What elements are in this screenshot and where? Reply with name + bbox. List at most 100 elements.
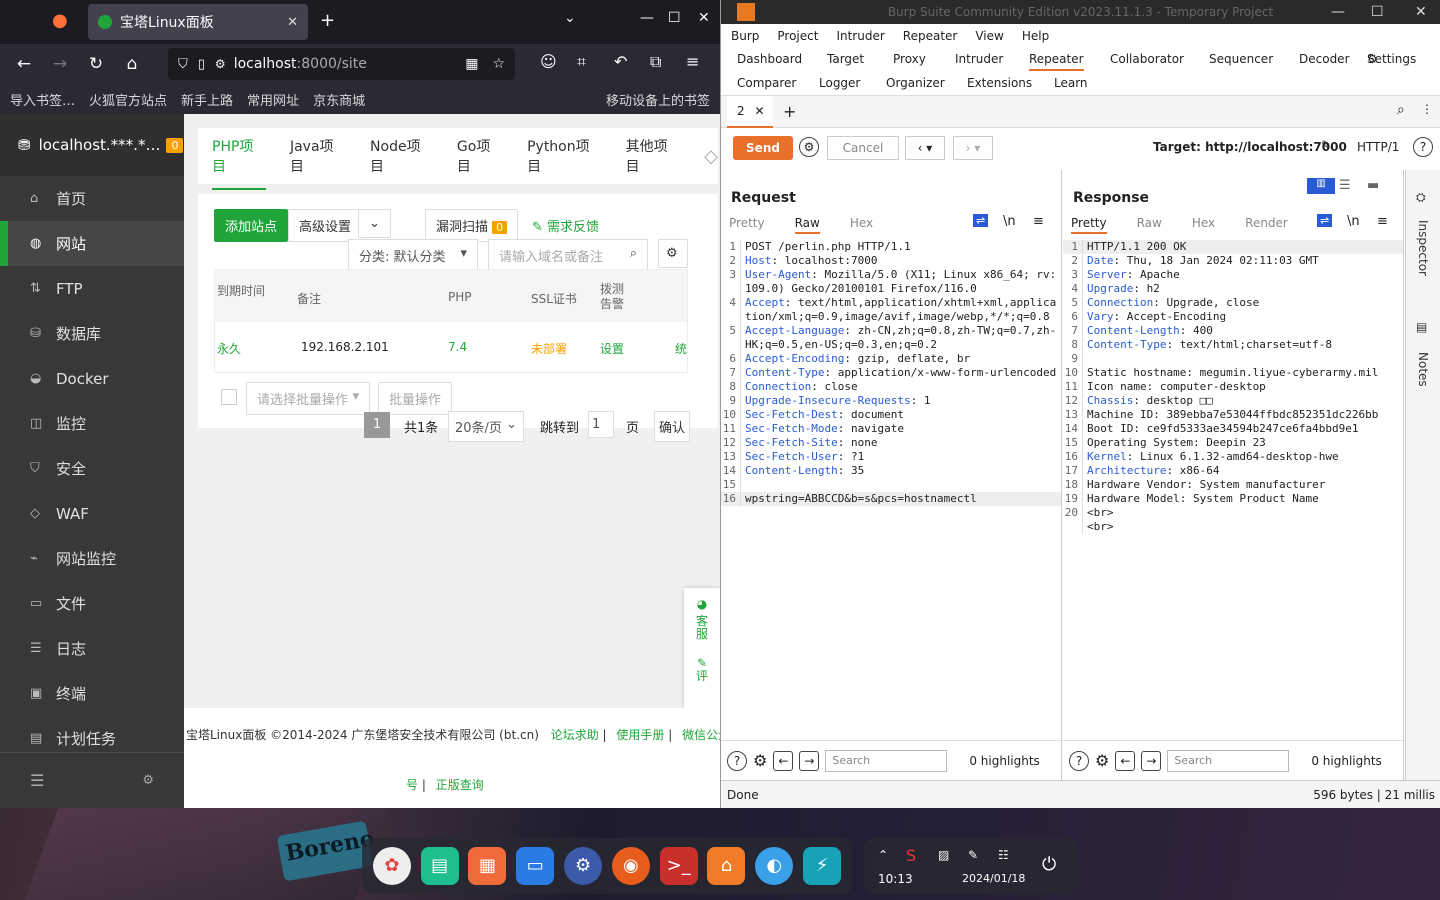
select-all-checkbox[interactable] bbox=[221, 389, 237, 405]
tab-sequencer[interactable]: Sequencer bbox=[1209, 52, 1273, 66]
launcher-icon[interactable]: ✿ bbox=[372, 847, 411, 885]
cell-expire[interactable]: 永久 bbox=[217, 340, 241, 357]
cell-alert[interactable]: 设置 bbox=[600, 340, 624, 357]
sidebar-item-files[interactable]: ▭ 文件 bbox=[0, 581, 184, 626]
repeater-tab[interactable]: 2 ✕ bbox=[727, 96, 773, 128]
input-method-icon[interactable]: S bbox=[906, 846, 916, 865]
menu-project[interactable]: Project bbox=[777, 29, 818, 43]
notes-tab[interactable]: Notes bbox=[1416, 352, 1430, 387]
sidebar-item-home[interactable]: ⌂ 首页 bbox=[0, 176, 184, 221]
settings-icon[interactable]: ⚙ bbox=[564, 847, 603, 885]
undo-icon[interactable]: ↶ bbox=[614, 52, 627, 71]
tab-intruder[interactable]: Intruder bbox=[955, 52, 1003, 66]
sidebar-item-database[interactable]: ⛁ 数据库 bbox=[0, 311, 184, 356]
newline-icon[interactable]: \n bbox=[1003, 214, 1016, 229]
gear-icon[interactable]: ⚙ bbox=[142, 773, 154, 788]
tab-raw[interactable]: Raw bbox=[1137, 216, 1162, 234]
notice-badge[interactable]: 0 bbox=[166, 137, 184, 153]
tab-java[interactable]: Java项目 bbox=[290, 136, 346, 176]
close-window-icon[interactable]: ✕ bbox=[698, 10, 710, 26]
cell-note[interactable]: 192.168.2.101 bbox=[301, 340, 389, 354]
tab-other[interactable]: 其他项目 bbox=[626, 136, 681, 176]
menu-icon[interactable]: ≡ bbox=[686, 52, 699, 71]
bookmark-item[interactable]: 常用网址 bbox=[247, 90, 299, 109]
gear-icon[interactable]: ⚙ bbox=[1095, 751, 1109, 770]
server-host[interactable]: localhost.***.*… bbox=[39, 136, 161, 154]
help-icon[interactable]: ? bbox=[1069, 750, 1089, 771]
newline-icon[interactable]: \n bbox=[1347, 214, 1360, 229]
new-tab-icon[interactable]: + bbox=[320, 10, 335, 31]
feedback-link[interactable]: ✎ 需求反馈 bbox=[532, 216, 599, 235]
minimize-icon[interactable]: — bbox=[640, 10, 654, 26]
terminal-icon[interactable]: >_ bbox=[659, 847, 698, 885]
bookmark-item[interactable]: 火狐官方站点 bbox=[89, 90, 167, 109]
chevron-down-icon[interactable]: ⌄ bbox=[358, 209, 391, 238]
cell-php[interactable]: 7.4 bbox=[448, 340, 467, 354]
menu-icon[interactable]: ≡ bbox=[1377, 214, 1388, 229]
maximize-icon[interactable]: ☐ bbox=[668, 10, 681, 26]
extensions-icon[interactable]: ⧉ bbox=[650, 52, 661, 72]
per-page-select[interactable]: 20条/页 ⌄ bbox=[448, 411, 524, 442]
tab-organizer[interactable]: Organizer bbox=[886, 76, 945, 90]
menu-intruder[interactable]: Intruder bbox=[836, 29, 884, 43]
menu-view[interactable]: View bbox=[975, 29, 1003, 43]
qr-icon[interactable]: ▦ bbox=[465, 56, 478, 72]
apps-grid-icon[interactable]: ▦ bbox=[468, 847, 507, 885]
add-tab-icon[interactable]: + bbox=[783, 102, 796, 121]
inspector-tab[interactable]: Inspector bbox=[1416, 220, 1430, 276]
bookmark-item[interactable]: 移动设备上的书签 bbox=[606, 90, 710, 109]
wrap-icon[interactable]: ⇌ bbox=[1317, 214, 1333, 227]
menu-icon[interactable]: ≡ bbox=[1033, 214, 1044, 229]
avatar-icon[interactable]: ☺ bbox=[540, 52, 557, 71]
file-manager-icon[interactable]: ▭ bbox=[516, 847, 555, 885]
next-match-icon[interactable]: → bbox=[799, 750, 820, 771]
layout-split-icon[interactable]: ▥ bbox=[1307, 178, 1335, 194]
app-store-icon[interactable]: ⌂ bbox=[707, 847, 746, 885]
reload-icon[interactable]: ↻ bbox=[78, 54, 114, 74]
tab-comparer[interactable]: Comparer bbox=[737, 76, 796, 90]
tab-collaborator[interactable]: Collaborator bbox=[1110, 52, 1184, 66]
tab-python[interactable]: Python项目 bbox=[527, 136, 602, 176]
search-icon[interactable]: ⌕ bbox=[1397, 102, 1405, 118]
advanced-settings-button[interactable]: 高级设置 bbox=[288, 209, 363, 242]
bookmark-item[interactable]: 京东商城 bbox=[313, 90, 365, 109]
edit-target-icon[interactable]: ✎ bbox=[1321, 138, 1331, 152]
gear-icon[interactable]: ⚙ bbox=[753, 751, 767, 770]
tab-render[interactable]: Render bbox=[1245, 216, 1288, 234]
burp-dock-icon[interactable]: ⚡ bbox=[803, 847, 842, 885]
jump-input[interactable]: 1 bbox=[588, 411, 614, 438]
close-tab-icon[interactable]: ✕ bbox=[287, 15, 298, 30]
url-bar[interactable]: ⛉ ▯ ⚙ localhost:8000/site ▦ ☆ bbox=[168, 48, 515, 80]
maximize-icon[interactable]: ☐ bbox=[1371, 0, 1384, 24]
tray-expand-icon[interactable]: ⌃ bbox=[878, 848, 888, 862]
sidebar-item-terminal[interactable]: ▣ 终端 bbox=[0, 671, 184, 716]
search-input[interactable]: Search bbox=[1167, 749, 1290, 772]
sidebar-item-ftp[interactable]: ⇅ FTP bbox=[0, 266, 184, 311]
screenshot-icon[interactable]: ▨ bbox=[938, 848, 949, 862]
send-button[interactable]: Send bbox=[733, 136, 793, 160]
help-icon[interactable]: ? bbox=[727, 750, 747, 771]
batch-button[interactable]: 批量操作 bbox=[378, 382, 453, 415]
tab-target[interactable]: Target bbox=[827, 52, 864, 66]
cell-ssl[interactable]: 未部署 bbox=[531, 340, 567, 357]
tab-logger[interactable]: Logger bbox=[819, 76, 860, 90]
help-icon[interactable]: ? bbox=[1413, 137, 1433, 157]
wrap-icon[interactable]: ⇌ bbox=[973, 214, 989, 227]
cancel-button[interactable]: Cancel bbox=[827, 136, 899, 160]
bookmark-item[interactable]: 导入书签… bbox=[10, 90, 75, 109]
menu-help[interactable]: Help bbox=[1022, 29, 1049, 43]
layout-horizontal-icon[interactable]: ☰ bbox=[1339, 178, 1351, 193]
menu-burp[interactable]: Burp bbox=[731, 29, 759, 43]
forward-icon[interactable]: → bbox=[42, 54, 78, 74]
minimize-icon[interactable]: — bbox=[1331, 0, 1345, 24]
multitask-icon[interactable]: ▤ bbox=[420, 847, 459, 885]
tab-proxy[interactable]: Proxy bbox=[893, 52, 926, 66]
prev-match-icon[interactable]: ← bbox=[1115, 750, 1136, 771]
back-history-icon[interactable]: ‹ ▾ bbox=[905, 136, 945, 160]
menu-repeater[interactable]: Repeater bbox=[903, 29, 958, 43]
collapse-icon[interactable]: ☰ bbox=[30, 771, 44, 790]
tab-hex[interactable]: Hex bbox=[1192, 216, 1215, 234]
vuln-scan-button[interactable]: 漏洞扫描 0 bbox=[425, 209, 519, 242]
layout-single-icon[interactable]: ▬ bbox=[1367, 178, 1379, 193]
search-icon[interactable]: ⌕ bbox=[630, 246, 637, 261]
